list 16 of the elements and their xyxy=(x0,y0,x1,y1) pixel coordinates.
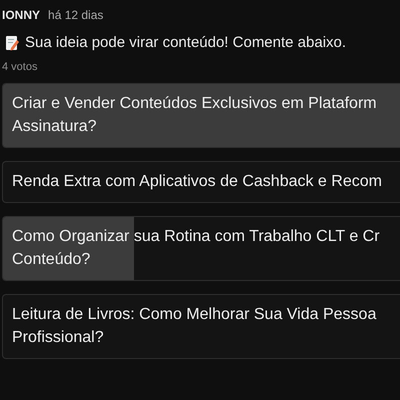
memo-icon xyxy=(5,34,19,50)
poll-option[interactable]: Leitura de Livros: Como Melhorar Sua Vida Pessoa Profissional? xyxy=(2,294,400,359)
poll-option[interactable]: Renda Extra com Aplicativos de Cashback e Recom xyxy=(2,161,400,203)
option-text: Leitura de Livros: Como Melhorar Sua Vida Pessoa xyxy=(12,305,376,325)
vote-count: 4 votos xyxy=(2,61,38,73)
author-name: IONNY xyxy=(2,8,40,22)
option-text: Assinatura? xyxy=(12,117,96,137)
post-time: há 12 dias xyxy=(48,8,104,22)
post-message: Sua ideia pode virar conteúdo! Comente abaixo. xyxy=(25,34,346,51)
poll-option[interactable]: Como Organizar sua Rotina com Trabalho CLT e Cr Conteúdo? xyxy=(2,216,400,281)
option-text: Renda Extra com Aplicativos de Cashback e Recom xyxy=(12,172,382,192)
poll-option[interactable]: Criar e Vender Conteúdos Exclusivos em Plataform Assinatura? xyxy=(2,83,400,148)
option-text: Como Organizar sua Rotina com Trabalho CLT e Cr xyxy=(12,227,380,247)
option-text: Profissional? xyxy=(12,328,104,348)
option-text: Conteúdo? xyxy=(12,250,90,270)
option-text: Criar e Vender Conteúdos Exclusivos em Plataform xyxy=(12,94,377,114)
